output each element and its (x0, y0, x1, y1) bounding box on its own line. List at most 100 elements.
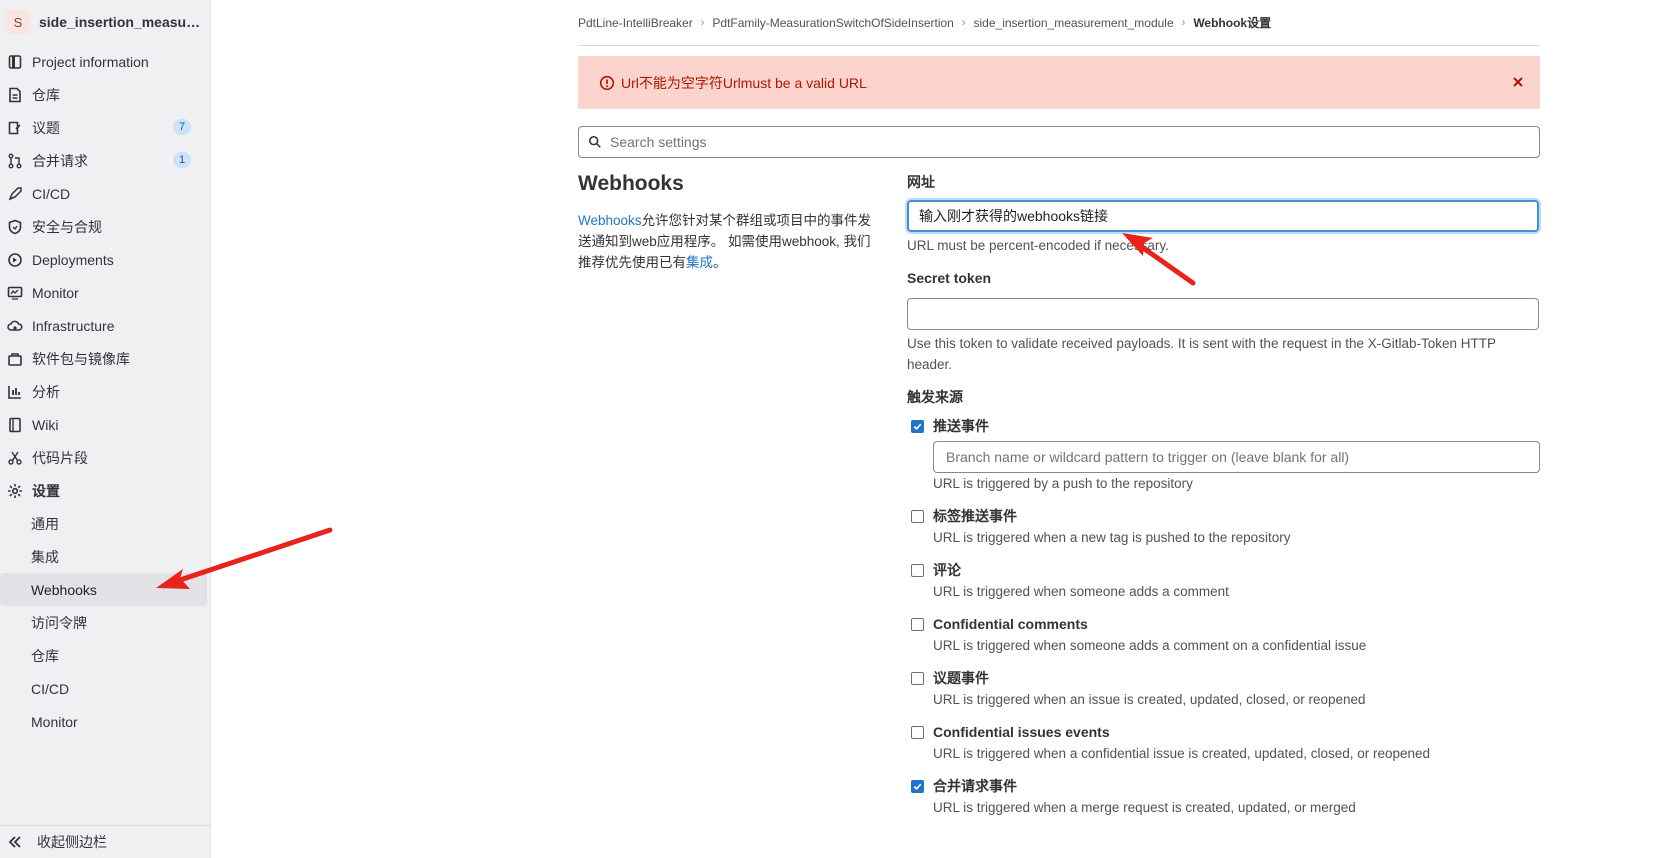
book-icon (7, 417, 23, 433)
sidebar-item-infrastructure[interactable]: Infrastructure (0, 309, 211, 342)
search-settings-input[interactable] (608, 133, 1512, 151)
trigger-item: Confidential comments URL is triggered wh… (907, 613, 1539, 657)
trigger-item: 标签推送事件 URL is triggered when a new tag is… (907, 505, 1539, 549)
breadcrumb-item[interactable]: PdtLine-IntelliBreaker (578, 16, 693, 30)
sidebar-subitem-integrations[interactable]: 集成 (0, 540, 211, 573)
project-avatar: S (6, 10, 30, 34)
trigger-checkbox-row[interactable]: 评论 (907, 559, 1539, 581)
search-settings-box[interactable] (578, 126, 1540, 158)
sidebar-item-merge-requests[interactable]: 合并请求 1 (0, 144, 211, 177)
sidebar-subitem-cicd[interactable]: CI/CD (0, 672, 211, 705)
sidebar-item-issues[interactable]: 议题 7 (0, 111, 211, 144)
sidebar-item-label: Project information (32, 53, 149, 70)
webhook-form: 网址 输入刚才获得的webhooks链接 URL must be percent… (907, 172, 1540, 819)
trigger-list: 推送事件 URL is triggered by a push to the re… (907, 415, 1540, 819)
sidebar-item-analytics[interactable]: 分析 (0, 375, 211, 408)
trigger-item: 议题事件 URL is triggered when an issue is cr… (907, 667, 1539, 711)
section-description: Webhooks允许您针对某个群组或项目中的事件发送通知到web应用程序。 如需… (578, 210, 873, 273)
trigger-help-text: URL is triggered when a merge request is… (933, 800, 1356, 815)
sidebar-subitem-label: 集成 (31, 548, 59, 565)
trigger-checkbox-row[interactable]: 议题事件 (907, 667, 1539, 689)
url-input[interactable]: 输入刚才获得的webhooks链接 (907, 200, 1539, 232)
sidebar-item-label: 安全与合规 (32, 218, 102, 235)
document-icon (7, 87, 23, 103)
sidebar-subitem-access-tokens[interactable]: 访问令牌 (0, 606, 211, 639)
secret-token-label: Secret token (907, 270, 992, 286)
breadcrumb-item[interactable]: side_insertion_measurement_module (974, 16, 1174, 30)
error-icon (599, 75, 615, 90)
project-icon (7, 54, 23, 70)
trigger-label: Confidential issues events (933, 724, 1110, 740)
checkbox-unchecked[interactable] (911, 726, 924, 739)
sidebar-subitem-label: CI/CD (31, 680, 70, 697)
checkbox-unchecked[interactable] (911, 564, 924, 577)
sidebar-subitem-general[interactable]: 通用 (0, 507, 211, 540)
webhooks-description-section: Webhooks Webhooks允许您针对某个群组或项目中的事件发送通知到we… (578, 172, 873, 273)
secret-token-input[interactable] (907, 298, 1539, 330)
breadcrumb-item[interactable]: PdtFamily-MeasurationSwitchOfSideInserti… (712, 16, 953, 30)
chart-icon (7, 384, 23, 400)
branch-filter-input[interactable] (944, 448, 1528, 466)
project-name: side_insertion_measure... (39, 14, 204, 30)
trigger-checkbox-row[interactable]: 推送事件 (907, 415, 1539, 437)
merge-request-icon (7, 153, 23, 169)
sidebar-item-label: Wiki (32, 416, 59, 433)
sidebar: S side_insertion_measure... Project info… (0, 0, 211, 858)
trigger-help-text: URL is triggered when a new tag is pushe… (933, 530, 1291, 545)
sidebar-item-project-information[interactable]: Project information (0, 45, 211, 78)
close-icon[interactable] (1510, 74, 1526, 90)
trigger-label: 推送事件 (933, 418, 989, 434)
monitor-icon (7, 285, 23, 301)
sidebar-item-wiki[interactable]: Wiki (0, 408, 211, 441)
sidebar-subitem-label: 通用 (31, 515, 59, 532)
checkmark-icon (913, 423, 922, 430)
trigger-item: 推送事件 URL is triggered by a push to the re… (907, 415, 1540, 495)
trigger-checkbox-row[interactable]: 合并请求事件 (907, 775, 1539, 797)
sidebar-item-label: 分析 (32, 383, 60, 400)
collapse-sidebar-label: 收起侧边栏 (37, 834, 107, 850)
cloud-gear-icon (7, 318, 23, 334)
url-input-value: 输入刚才获得的webhooks链接 (919, 208, 1109, 224)
sidebar-subitem-repository[interactable]: 仓库 (0, 639, 211, 672)
sidebar-item-deployments[interactable]: Deployments (0, 243, 211, 276)
trigger-checkbox-row[interactable]: Confidential issues events (907, 721, 1539, 743)
trigger-label: 标签推送事件 (933, 508, 1017, 524)
sidebar-item-monitor[interactable]: Monitor (0, 276, 211, 309)
divider (578, 45, 1540, 46)
integrations-link[interactable]: 集成 (686, 255, 713, 270)
sidebar-subitem-monitor[interactable]: Monitor (0, 705, 211, 738)
checkbox-unchecked[interactable] (911, 672, 924, 685)
branch-filter-box[interactable] (933, 441, 1540, 473)
description-end: 。 (713, 255, 727, 270)
checkbox-unchecked[interactable] (911, 510, 924, 523)
sidebar-item-snippets[interactable]: 代码片段 (0, 441, 211, 474)
sidebar-item-label: 软件包与镜像库 (32, 350, 130, 367)
webhooks-docs-link[interactable]: Webhooks (578, 213, 642, 228)
sidebar-item-repository[interactable]: 仓库 (0, 78, 211, 111)
sidebar-item-cicd[interactable]: CI/CD (0, 177, 211, 210)
breadcrumb-current[interactable]: Webhook设置 (1193, 14, 1271, 31)
trigger-item: 评论 URL is triggered when someone adds a c… (907, 559, 1539, 603)
shield-icon (7, 219, 23, 235)
checkbox-unchecked[interactable] (911, 618, 924, 631)
chevron-right-icon: › (700, 16, 705, 29)
sidebar-item-packages[interactable]: 软件包与镜像库 (0, 342, 211, 375)
trigger-checkbox-row[interactable]: 标签推送事件 (907, 505, 1539, 527)
trigger-help-text: URL is triggered by a push to the reposi… (933, 476, 1193, 491)
chevron-right-icon: › (1181, 16, 1186, 29)
trigger-label: 触发来源 (907, 389, 963, 405)
sidebar-item-settings[interactable]: 设置 (0, 474, 211, 507)
checkbox-checked[interactable] (911, 420, 924, 433)
trigger-checkbox-row[interactable]: Confidential comments (907, 613, 1539, 635)
sidebar-subitem-label: 仓库 (31, 647, 59, 664)
checkbox-checked[interactable] (911, 780, 924, 793)
trigger-help-text: URL is triggered when an issue is create… (933, 692, 1366, 707)
sidebar-subitem-webhooks[interactable]: Webhooks (0, 573, 207, 606)
collapse-sidebar-button[interactable]: 收起侧边栏 (0, 825, 211, 858)
trigger-help-text: URL is triggered when someone adds a com… (933, 638, 1367, 653)
project-header[interactable]: S side_insertion_measure... (4, 6, 209, 38)
sidebar-item-security[interactable]: 安全与合规 (0, 210, 211, 243)
sidebar-item-label: Monitor (32, 284, 79, 301)
double-chevron-left-icon (7, 834, 23, 850)
trigger-item: 合并请求事件 URL is triggered when a merge requ… (907, 775, 1539, 819)
